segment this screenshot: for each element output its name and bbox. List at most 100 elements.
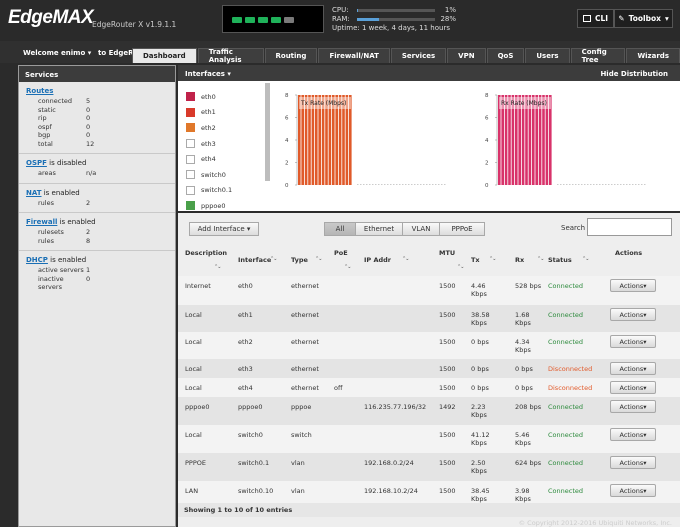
rx-baseline-mark [611, 184, 613, 185]
row-actions-button[interactable]: Actions ▾ [610, 279, 656, 292]
col-header-description[interactable]: Description [185, 249, 227, 257]
nat-stat-value: 2 [86, 198, 91, 207]
nat-link[interactable]: NAT [26, 189, 42, 197]
legend-label: eth0 [201, 92, 216, 101]
actions-label: Actions [619, 383, 644, 392]
sort-icon[interactable]: ⌃⌄ [315, 256, 322, 262]
ospf-link[interactable]: OSPF [26, 159, 47, 167]
legend-item-eth0[interactable]: eth0 [186, 89, 232, 105]
port-1-indicator [245, 17, 255, 23]
legend-scrollbar[interactable] [265, 83, 270, 181]
legend-item-eth2[interactable]: eth2 [186, 120, 232, 136]
col-header-mtu[interactable]: MTU [439, 249, 455, 257]
interfaces-chart-panel: Interfaces ▾ Hide Distribution eth0 eth1 et… [178, 65, 680, 211]
tab-config-tree[interactable]: Config Tree [570, 48, 626, 64]
chevron-down-icon: ▾ [643, 458, 647, 467]
row-actions-button[interactable]: Actions ▾ [610, 335, 656, 348]
cell-status: Disconnected [548, 384, 593, 392]
col-header-rx[interactable]: Rx [515, 256, 524, 264]
filter-all[interactable]: All [324, 222, 356, 236]
legend-item-switch0.1[interactable]: switch0.1 [186, 183, 232, 199]
col-header-tx[interactable]: Tx [471, 256, 480, 264]
table-row: pppoe0 pppoe0 pppoe 116.235.77.196/32 1492 2.… [178, 397, 680, 425]
tab-users[interactable]: Users [525, 48, 570, 63]
sort-icon[interactable]: ⌃⌄ [344, 264, 351, 270]
legend-item-eth1[interactable]: eth1 [186, 105, 232, 121]
routes-stat-key: static [38, 105, 56, 114]
cell-tx: 41.12 Kbps [471, 431, 490, 447]
row-actions-button[interactable]: Actions ▾ [610, 428, 656, 441]
services-title: Services [19, 66, 175, 82]
sort-icon[interactable]: ⌃⌄ [582, 256, 589, 262]
filter-pppoe[interactable]: PPPoE [439, 222, 485, 236]
tab-vpn[interactable]: VPN [447, 48, 486, 63]
row-actions-button[interactable]: Actions ▾ [610, 484, 656, 497]
dhcp-link[interactable]: DHCP [26, 256, 48, 264]
col-header-poe[interactable]: PoE [334, 249, 348, 257]
sort-icon[interactable]: ⌃⌄ [537, 256, 544, 262]
row-actions-button[interactable]: Actions ▾ [610, 456, 656, 469]
filter-ethernet[interactable]: Ethernet [355, 222, 403, 236]
sort-icon[interactable]: ⌃⌄ [457, 264, 464, 270]
tab-qos[interactable]: QoS [486, 48, 525, 63]
rx-baseline-mark [623, 184, 625, 185]
rx-baseline-mark [617, 184, 619, 185]
tab-dashboard[interactable]: Dashboard [132, 48, 197, 63]
legend-item-eth3[interactable]: eth3 [186, 136, 232, 152]
filter-vlan[interactable]: VLAN [402, 222, 440, 236]
cell-tx: 38.58 Kbps [471, 311, 490, 327]
tx-baseline-mark [417, 184, 419, 185]
routes-section: Routes connected 5 static 0 rip 0 ospf 0 bgp 0 tota… [19, 82, 175, 154]
tab-traffic-analysis[interactable]: Traffic Analysis [197, 48, 264, 64]
firewall-link[interactable]: Firewall [26, 218, 57, 226]
sort-icon[interactable]: ⌃⌄ [270, 256, 277, 262]
col-header-interface[interactable]: Interface [238, 256, 271, 264]
tab-routing[interactable]: Routing [264, 48, 318, 63]
legend-label: eth3 [201, 139, 216, 148]
routes-stat-row: rip 0 [26, 114, 168, 123]
legend-item-eth4[interactable]: eth4 [186, 151, 232, 167]
legend-item-switch0[interactable]: switch0 [186, 167, 232, 183]
sort-icon[interactable]: ⌃⌄ [489, 256, 496, 262]
row-actions-button[interactable]: Actions ▾ [610, 381, 656, 394]
hide-distribution-button[interactable]: Hide Distribution [600, 70, 668, 78]
table-row: PPPOE switch0.1 vlan 192.168.0.2/24 1500 2.50… [178, 453, 680, 481]
dhcp-stat-row: active servers 1 [26, 266, 168, 275]
row-actions-button[interactable]: Actions ▾ [610, 400, 656, 413]
tx-baseline-mark [381, 184, 383, 185]
tab-wizards[interactable]: Wizards [626, 48, 680, 63]
welcome-menu[interactable]: Welcome enimo ▾ [23, 49, 91, 57]
ospf-status: is disabled [46, 159, 87, 167]
rx-baseline-mark [584, 184, 586, 185]
chevron-down-icon: ▾ [643, 337, 647, 346]
chevron-down-icon: ▾ [643, 402, 647, 411]
col-header-type[interactable]: Type [291, 256, 308, 264]
rx-baseline-mark [587, 184, 589, 185]
routes-stat-row: static 0 [26, 106, 168, 115]
tab-firewall-nat[interactable]: Firewall/NAT [318, 48, 390, 63]
col-header-status[interactable]: Status [548, 256, 572, 264]
add-interface-button[interactable]: Add Interface ▾ [189, 222, 259, 236]
cell-tx: 2.50 Kbps [471, 459, 487, 475]
tab-services[interactable]: Services [390, 48, 447, 63]
cpu-bar [357, 9, 358, 12]
cli-button[interactable]: CLI [577, 9, 614, 28]
legend-item-pppoe0[interactable]: pppoe0 [186, 198, 232, 214]
sort-icon[interactable]: ⌃⌄ [402, 256, 409, 262]
search-input[interactable] [587, 218, 672, 236]
col-header-ip-addr[interactable]: IP Addr [364, 256, 391, 264]
tx-baseline-mark [402, 184, 404, 185]
cell-description: Internet [185, 282, 211, 290]
interfaces-label: Interfaces [185, 70, 225, 78]
sort-icon[interactable]: ⌃⌄ [214, 264, 221, 270]
actions-label: Actions [619, 402, 644, 411]
cell-mtu: 1500 [439, 384, 456, 392]
row-actions-button[interactable]: Actions ▾ [610, 308, 656, 321]
routes-link[interactable]: Routes [26, 87, 53, 95]
nat-status: is enabled [41, 188, 80, 197]
interfaces-menu[interactable]: Interfaces ▾ [185, 70, 231, 78]
ospf-section: OSPF is disabled areas n/a [19, 154, 175, 184]
rx-baseline-mark [632, 184, 634, 185]
toolbox-button[interactable]: ✎ Toolbox ▾ [614, 9, 673, 28]
row-actions-button[interactable]: Actions ▾ [610, 362, 656, 375]
